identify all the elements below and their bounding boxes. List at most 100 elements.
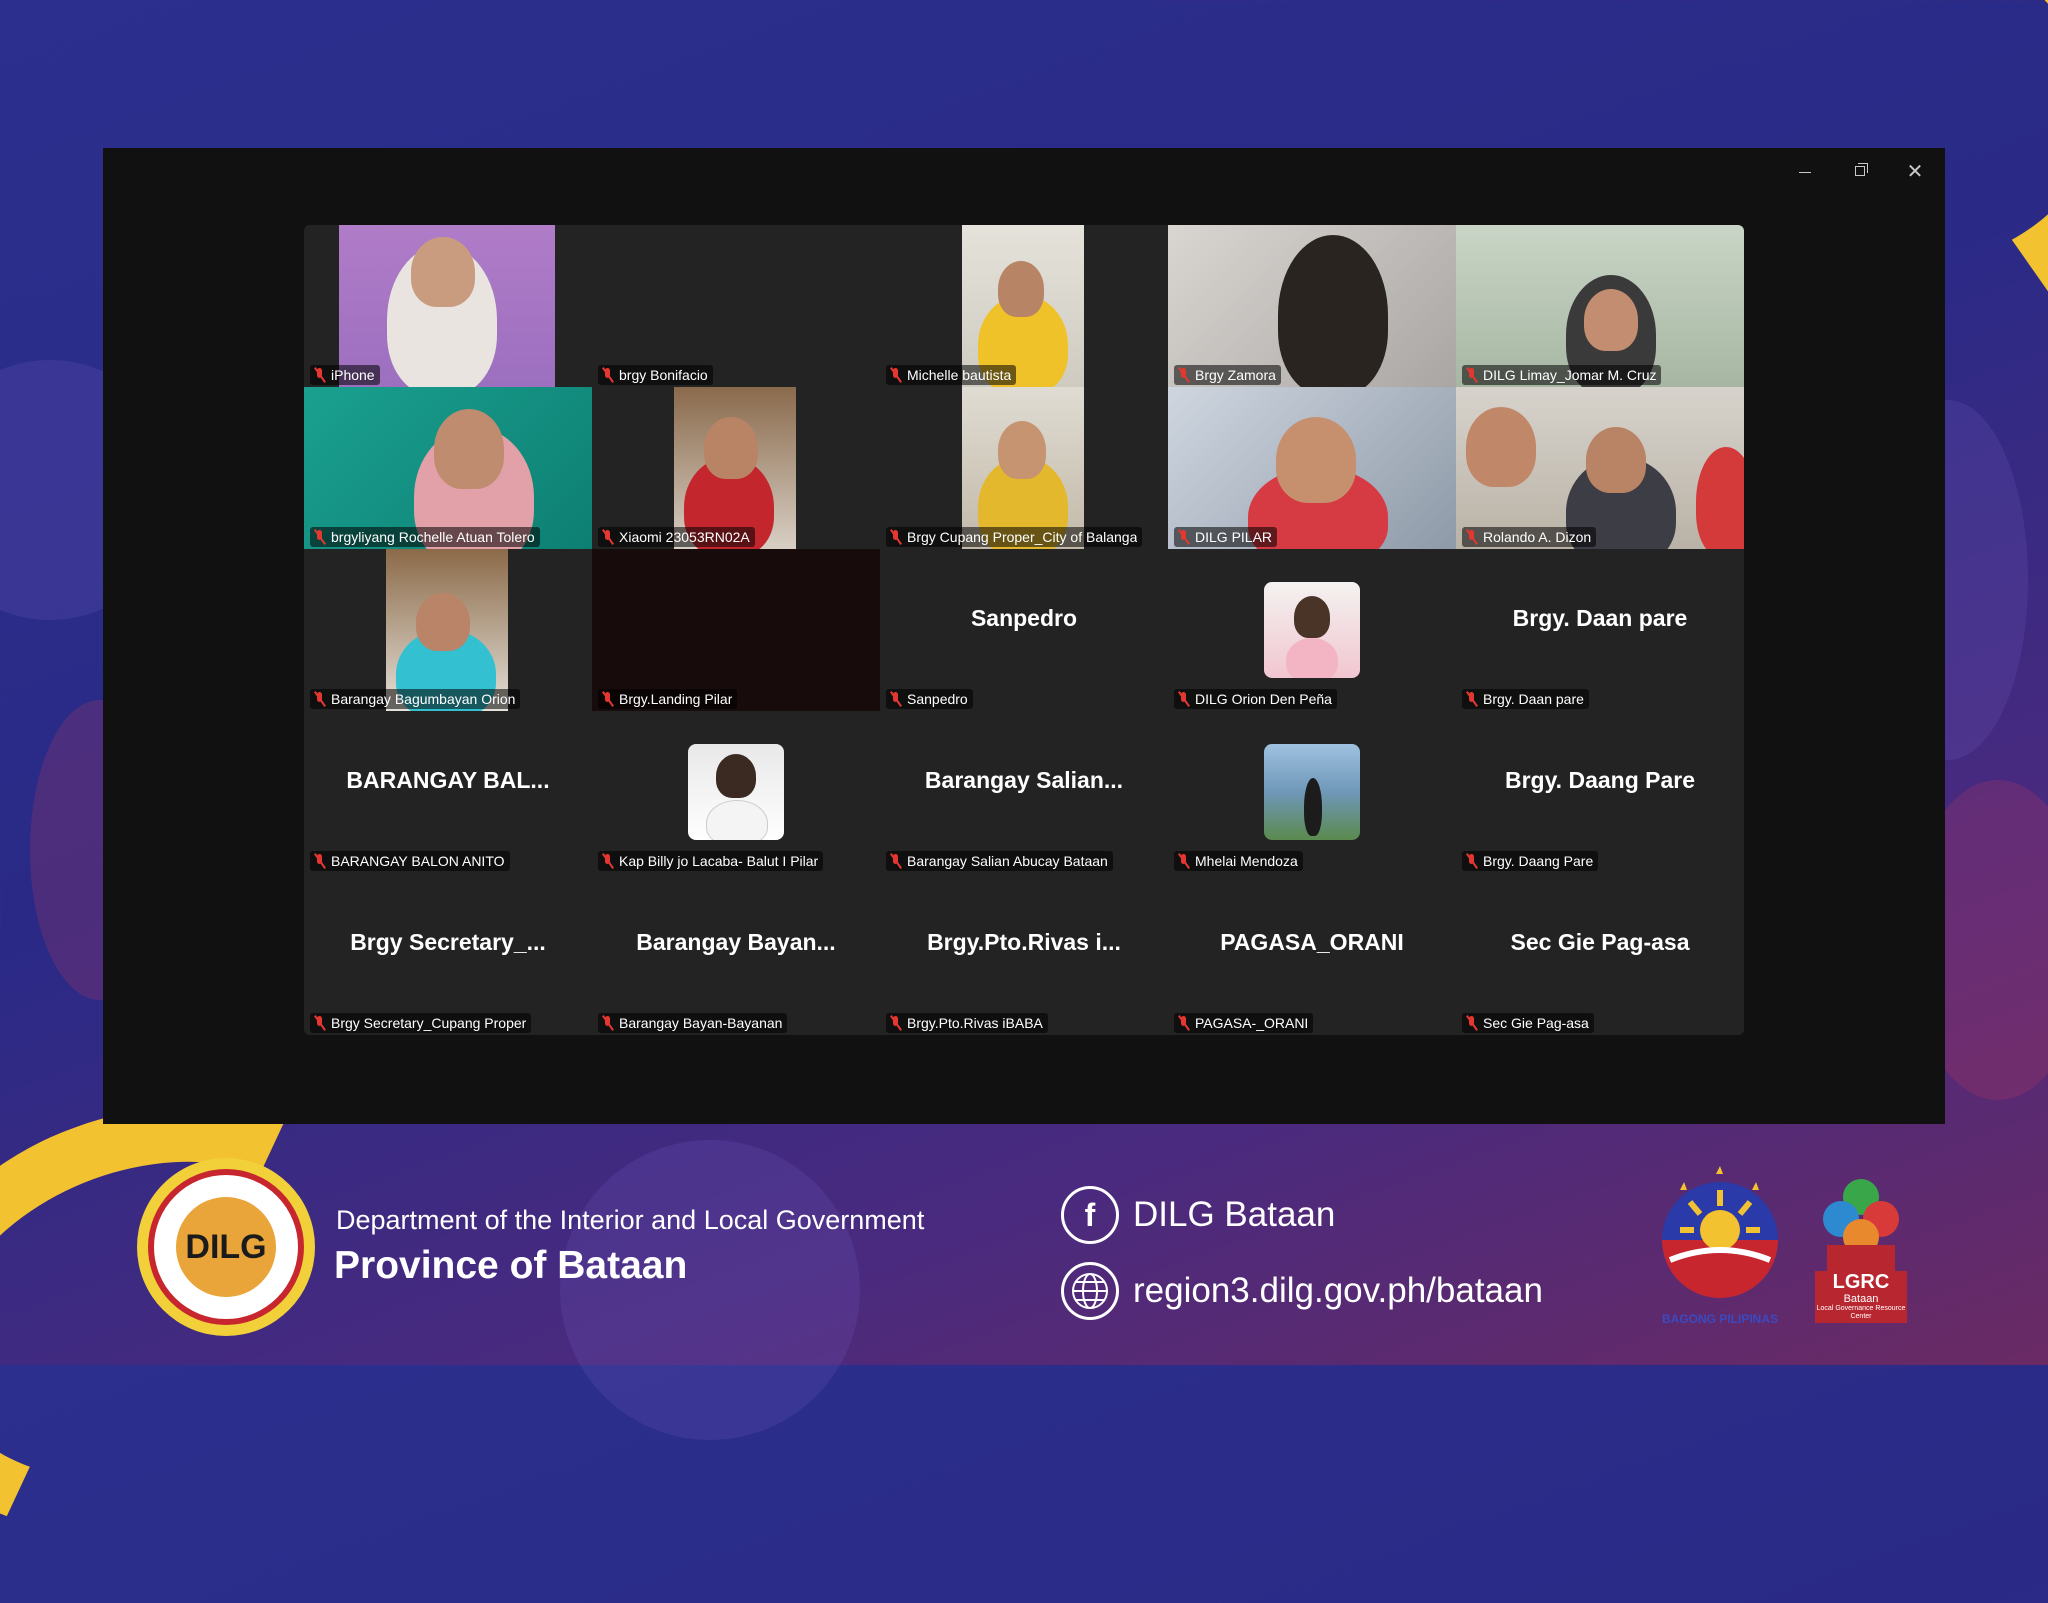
participant-video [1456, 225, 1744, 387]
mic-muted-icon [1177, 1015, 1191, 1031]
participant-display-name: BARANGAY BAL... [346, 766, 550, 793]
lgrc-subtitle: Bataan [1843, 1293, 1879, 1305]
participant-name-label: DILG Orion Den Peña [1174, 689, 1337, 709]
bagong-pilipinas-text: BAGONG PILIPINAS [1661, 1312, 1778, 1326]
participant-video [1168, 225, 1456, 387]
participant-video [386, 549, 508, 711]
participant-tile[interactable]: Barangay Bayan... Barangay Bayan-Bayanan [592, 873, 880, 1035]
mic-muted-icon [1465, 367, 1479, 383]
participant-tile[interactable]: Barangay Bagumbayan Orion [304, 549, 592, 711]
participant-tile[interactable]: Brgy. Daang Pare Brgy. Daang Pare [1456, 711, 1744, 873]
participant-name-label: DILG Limay_Jomar M. Cruz [1462, 365, 1662, 385]
department-name: Department of the Interior and Local Gov… [336, 1205, 925, 1235]
bagong-pilipinas-logo: BAGONG PILIPINAS [1650, 1160, 1790, 1330]
dilg-seal-text: DILG [185, 1227, 267, 1266]
participant-name-label: Rolando A. Dizon [1462, 527, 1597, 547]
decor-swirl [560, 1140, 860, 1440]
mic-muted-icon [1465, 853, 1479, 869]
mic-muted-icon [313, 529, 327, 545]
mic-muted-icon [601, 1015, 615, 1031]
participant-display-name: Barangay Bayan... [636, 928, 836, 955]
participant-display-name: Brgy. Daan pare [1512, 604, 1688, 631]
mic-muted-icon [1465, 691, 1479, 707]
participant-video [962, 225, 1084, 387]
participant-name-label: Barangay Salian Abucay Bataan [886, 851, 1113, 871]
participant-tile[interactable]: Michelle bautista [880, 225, 1168, 387]
participant-name-label: Xiaomi 23053RN02A [598, 527, 755, 547]
participant-tile[interactable]: DILG Orion Den Peña [1168, 549, 1456, 711]
participant-tile[interactable]: Mhelai Mendoza [1168, 711, 1456, 873]
lgrc-logo: LGRC Bataan Local Governance Resource Ce… [1815, 1175, 1907, 1331]
participant-name-label: Mhelai Mendoza [1174, 851, 1303, 871]
participant-tile[interactable]: brgyliyang Rochelle Atuan Tolero [304, 387, 592, 549]
participant-tile[interactable]: DILG Limay_Jomar M. Cruz [1456, 225, 1744, 387]
profile-avatar [688, 744, 784, 840]
participant-name-label: brgy Bonifacio [598, 365, 713, 385]
participant-video [674, 387, 796, 549]
participant-display-name: Brgy.Pto.Rivas i... [927, 928, 1121, 955]
participant-tile[interactable]: Brgy Zamora [1168, 225, 1456, 387]
participant-tile[interactable]: Sec Gie Pag-asa Sec Gie Pag-asa [1456, 873, 1744, 1035]
facebook-link[interactable]: f DILG Bataan [1061, 1186, 1335, 1244]
minimize-icon[interactable] [1793, 160, 1817, 184]
participant-tile[interactable]: Brgy. Daan pare Brgy. Daan pare [1456, 549, 1744, 711]
participant-name-label: Brgy.Pto.Rivas iBABA [886, 1013, 1048, 1033]
website-link[interactable]: region3.dilg.gov.ph/bataan [1061, 1262, 1543, 1320]
mic-muted-icon [601, 691, 615, 707]
mic-muted-icon [601, 853, 615, 869]
participant-tile[interactable]: brgy Bonifacio [592, 225, 880, 387]
province-name: Province of Bataan [334, 1244, 688, 1287]
participant-display-name: Sanpedro [970, 604, 1078, 631]
participant-name-label: Brgy Secretary_Cupang Proper [310, 1013, 532, 1033]
participant-name-label: Brgy Cupang Proper_City of Balanga [886, 527, 1143, 547]
participant-name-label: iPhone [310, 365, 380, 385]
participant-tile[interactable]: PAGASA_ORANI PAGASA-_ORANI [1168, 873, 1456, 1035]
website-url: region3.dilg.gov.ph/bataan [1133, 1271, 1543, 1310]
facebook-page-name: DILG Bataan [1133, 1195, 1336, 1234]
participant-name-label: Brgy. Daang Pare [1462, 851, 1599, 871]
participant-video [1456, 387, 1744, 549]
participant-tile[interactable]: Rolando A. Dizon [1456, 387, 1744, 549]
participant-tile[interactable]: Brgy Cupang Proper_City of Balanga [880, 387, 1168, 549]
participant-video [304, 387, 592, 549]
participant-display-name: Brgy Secretary_... [350, 928, 546, 955]
profile-avatar [1264, 744, 1360, 840]
participant-tile[interactable]: Kap Billy jo Lacaba- Balut I Pilar [592, 711, 880, 873]
participant-name-label: Sec Gie Pag-asa [1462, 1013, 1594, 1033]
mic-muted-icon [601, 529, 615, 545]
mic-muted-icon [1177, 529, 1191, 545]
participant-tile[interactable]: Brgy.Landing Pilar [592, 549, 880, 711]
participant-name-label: Kap Billy jo Lacaba- Balut I Pilar [598, 851, 824, 871]
participant-tile[interactable]: iPhone [304, 225, 592, 387]
participant-tile[interactable]: Brgy Secretary_... Brgy Secretary_Cupang… [304, 873, 592, 1035]
mic-muted-icon [889, 367, 903, 383]
mic-muted-icon [889, 853, 903, 869]
participant-tile[interactable]: Xiaomi 23053RN02A [592, 387, 880, 549]
participant-tile[interactable]: Barangay Salian... Barangay Salian Abuca… [880, 711, 1168, 873]
mic-muted-icon [889, 691, 903, 707]
dilg-seal-logo: DILG [137, 1158, 315, 1336]
mic-muted-icon [1465, 529, 1479, 545]
participant-name-label: brgyliyang Rochelle Atuan Tolero [310, 527, 540, 547]
participant-name-label: Barangay Bagumbayan Orion [310, 689, 521, 709]
mic-muted-icon [1177, 691, 1191, 707]
participant-tile[interactable]: DILG PILAR [1168, 387, 1456, 549]
restore-icon[interactable] [1848, 160, 1872, 184]
participant-name-label: Barangay Bayan-Bayanan [598, 1013, 788, 1033]
participant-name-label: Brgy Zamora [1174, 365, 1281, 385]
lgrc-description: Local Governance Resource Center [1816, 1305, 1906, 1320]
mic-muted-icon [313, 367, 327, 383]
participant-tile[interactable]: Sanpedro Sanpedro [880, 549, 1168, 711]
mic-muted-icon [1465, 1015, 1479, 1031]
participant-name-label: Brgy. Daan pare [1462, 689, 1589, 709]
participant-name-label: DILG PILAR [1174, 527, 1278, 547]
mic-muted-icon [1177, 853, 1191, 869]
participant-display-name: Brgy. Daang Pare [1504, 766, 1696, 793]
close-icon[interactable]: ✕ [1903, 160, 1927, 184]
mic-muted-icon [601, 367, 615, 383]
participant-tile[interactable]: BARANGAY BAL... BARANGAY BALON ANITO [304, 711, 592, 873]
participant-video [962, 387, 1084, 549]
participant-video [1168, 387, 1456, 549]
participant-tile[interactable]: Brgy.Pto.Rivas i... Brgy.Pto.Rivas iBABA [880, 873, 1168, 1035]
lgrc-title: LGRC [1832, 1271, 1890, 1293]
